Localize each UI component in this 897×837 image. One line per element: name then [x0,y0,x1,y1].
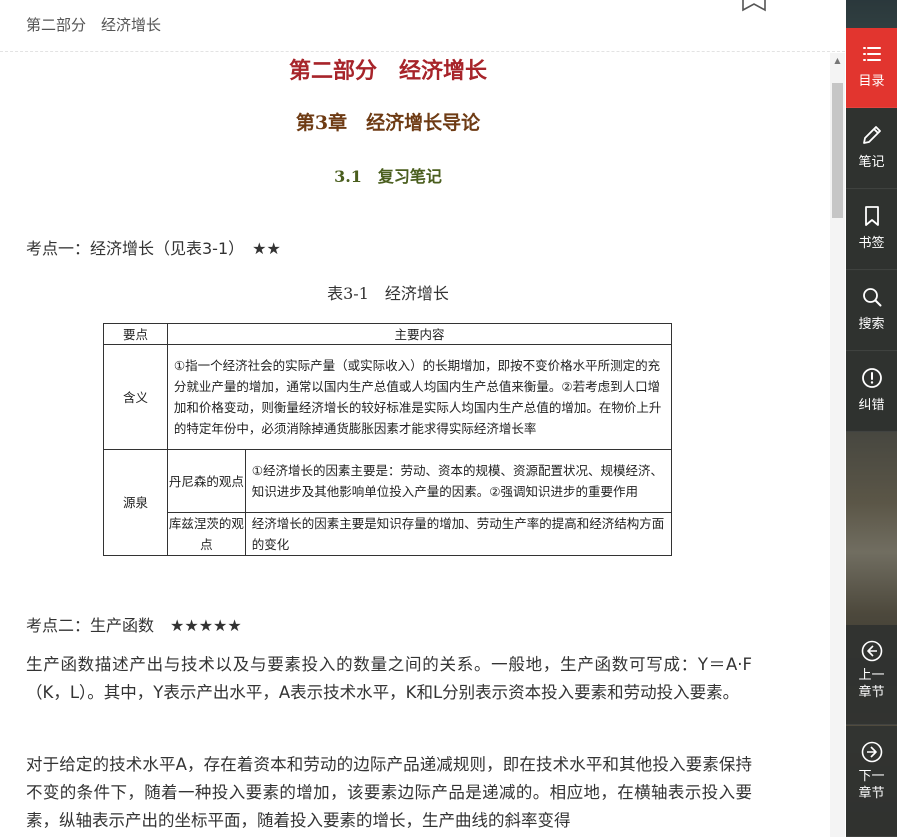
report-error-button[interactable]: 纠错 [846,352,897,432]
notes-button[interactable]: 笔记 [846,109,897,189]
table-header-cell: 主要内容 [166,323,673,345]
table-caption: 表3-1 经济增长 [327,284,449,303]
prev-chapter-label: 上一 [858,668,885,683]
report-error-label: 纠错 [858,398,885,413]
notes-label: 笔记 [858,155,885,170]
paragraph: 对于给定的技术水平A，存在着资本和劳动的边际产品递减规则，即在技术水平和其他投入… [26,755,752,830]
arrow-right-circle-icon [861,741,882,763]
scrollbar[interactable]: ▲ [830,53,845,837]
breadcrumb: 第二部分 经济增长 [26,16,162,34]
table-header-row: 要点 主要内容 [103,323,673,345]
scroll-up-arrow-icon[interactable]: ▲ [832,56,843,66]
search-label: 搜索 [858,317,885,332]
table-row: 源泉 丹尼森的观点 ①经济增长的因素主要是：劳动、资本的规模、资源配置状况、规模… [103,449,673,556]
prev-chapter-button[interactable]: 上一 章节 [846,625,897,725]
reading-content: 第二部分 经济增长 第3章 经济增长导论 3.1 复习笔记 考点一：经济增长（见… [0,53,828,837]
list-icon [862,47,881,61]
table-cell-text: 经济增长的因素主要是知识存量的增加、劳动生产率的提高和经济结构方面的变化 [244,512,673,556]
section-title: 3.1 复习笔记 [334,167,442,186]
economic-growth-table: 要点 主要内容 含义 ①指一个经济社会的实际产量（或实际收入）的长期增加，即按不… [103,323,673,556]
alert-circle-icon [861,368,882,388]
table-cell-sublabel: 库兹涅茨的观点 [166,512,246,556]
table-header-cell: 要点 [103,323,168,345]
table-cell-text: ①经济增长的因素主要是：劳动、资本的规模、资源配置状况、规模经济、知识进步及其他… [244,449,673,513]
arrow-left-circle-icon [861,640,882,662]
table-cell-sublabel: 丹尼森的观点 [166,449,246,513]
key-point-heading: 考点一：经济增长（见表3-1） ★★ [26,239,281,258]
paragraph: 生产函数描述产出与技术以及与要素投入的数量之间的关系。一般地，生产函数可写成：Y… [26,655,752,702]
next-chapter-label: 章节 [858,786,885,801]
bookmark-icon [864,206,879,226]
toc-label: 目录 [858,74,885,89]
prev-chapter-label: 章节 [858,685,885,700]
search-icon [862,288,881,307]
next-chapter-button[interactable]: 下一 章节 [846,726,897,837]
top-bar: 第二部分 经济增长 [0,0,845,52]
toc-button[interactable]: 目录 [846,28,897,108]
scroll-thumb[interactable] [832,83,843,218]
chapter-title: 第3章 经济增长导论 [295,112,481,134]
next-chapter-label: 下一 [858,769,885,784]
key-point-heading: 考点二：生产函数 ★★★★★ [26,616,242,635]
table-cell-text: ①指一个经济社会的实际产量（或实际收入）的长期增加，即按不变价格水平所测定的充分… [166,344,673,450]
table-row: 库兹涅茨的观点 经济增长的因素主要是知识存量的增加、劳动生产率的提高和经济结构方… [104,512,673,556]
part-title: 第二部分 经济增长 [288,58,487,84]
bookmark-button[interactable]: 书签 [846,190,897,270]
bookmark-label: 书签 [858,236,885,251]
table-row: 含义 ①指一个经济社会的实际产量（或实际收入）的长期增加，即按不变价格水平所测定… [103,344,673,450]
right-toolbar: 目录 笔记 书签 搜索 纠错 上一 章节 下一 章节 [846,0,897,837]
pencil-icon [862,126,881,144]
table-cell-label: 源泉 [103,449,168,556]
search-button[interactable]: 搜索 [846,271,897,351]
bookmark-icon[interactable] [741,0,767,12]
table-cell-label: 含义 [103,344,168,450]
